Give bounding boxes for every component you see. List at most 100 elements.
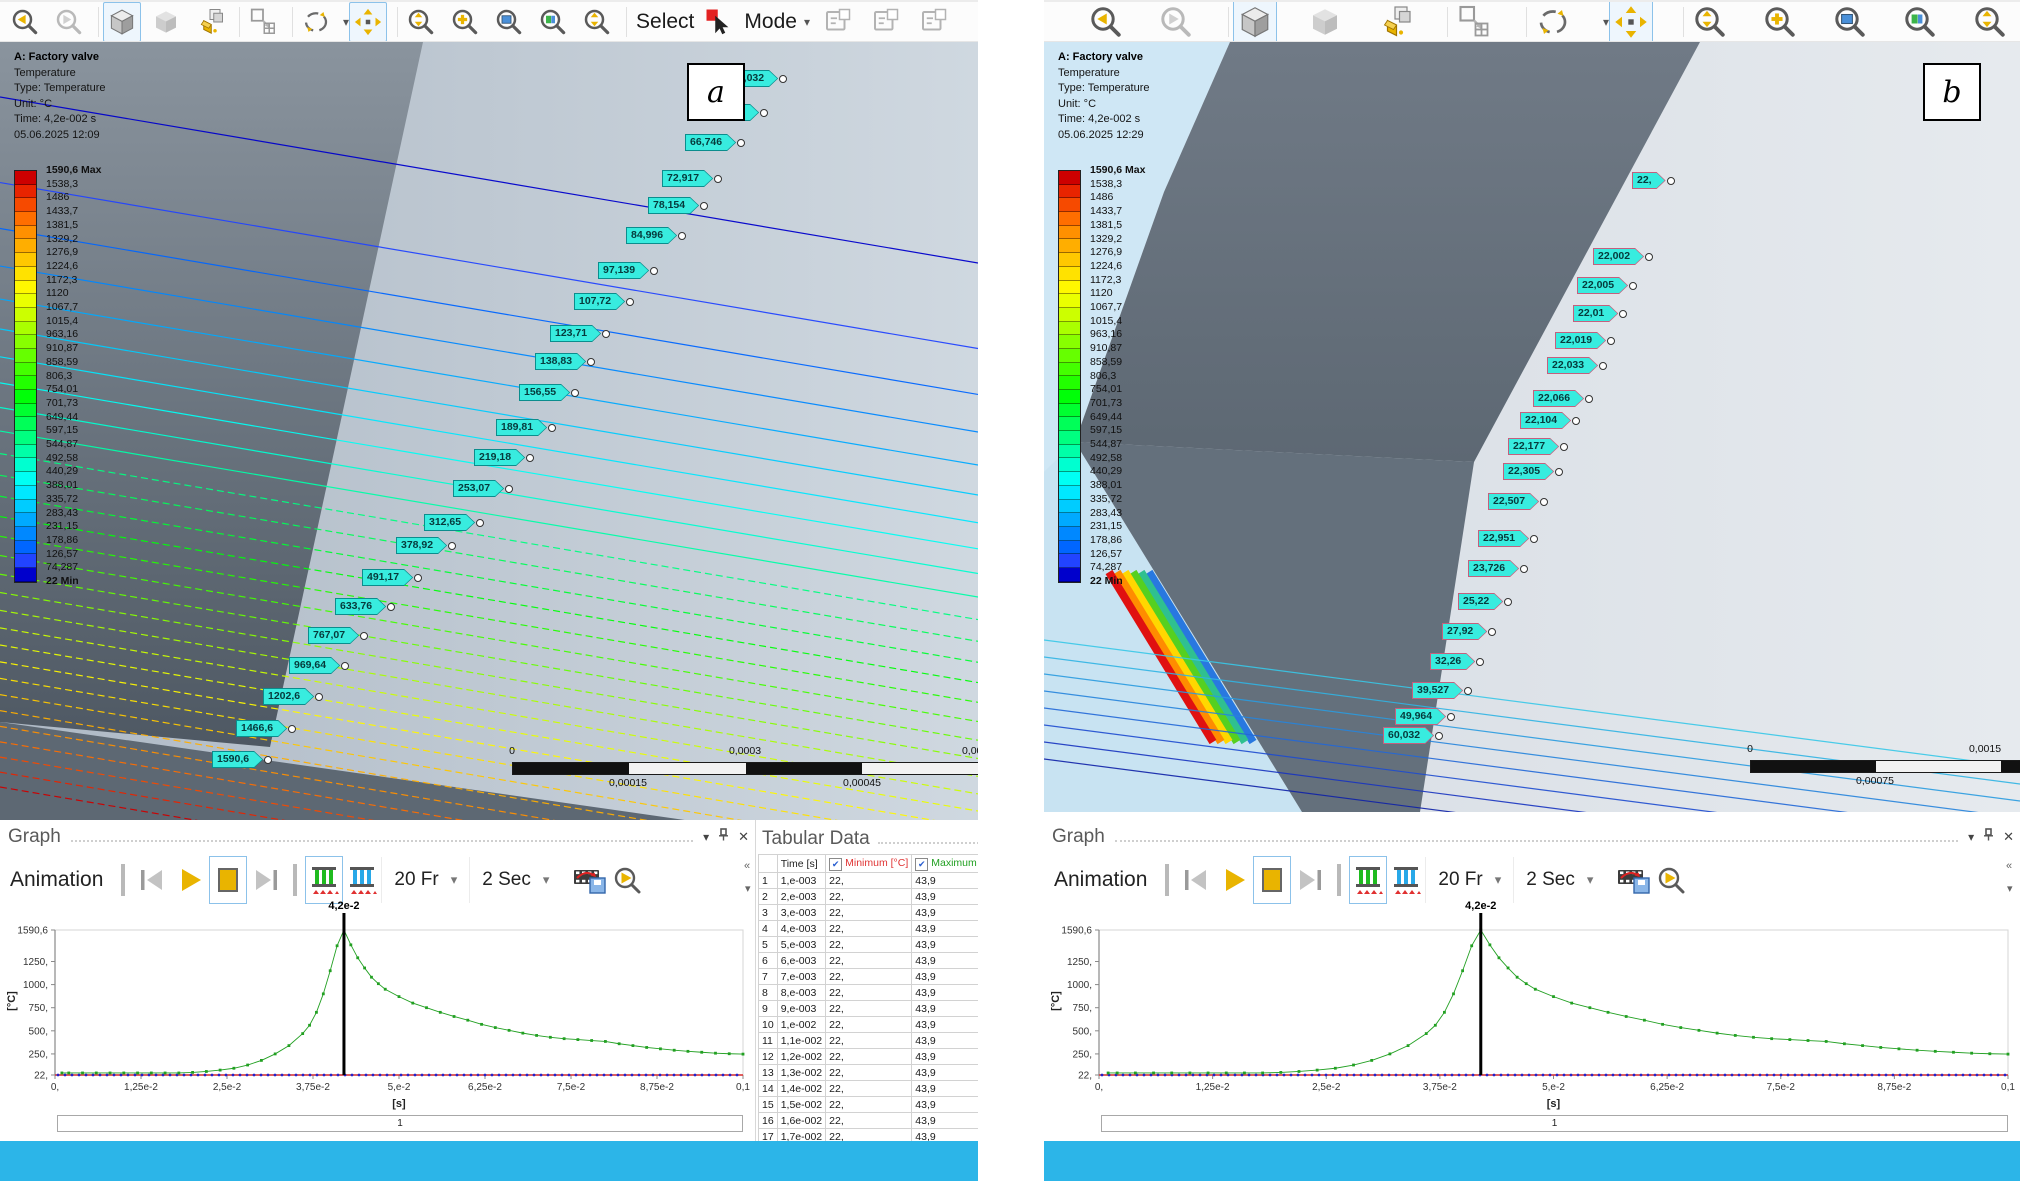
temperature-probe[interactable]: 378,92 xyxy=(396,537,456,554)
zoom-in-icon[interactable] xyxy=(446,2,484,42)
zoom-fit-icon[interactable] xyxy=(490,2,528,42)
select-mode-volume-icon[interactable] xyxy=(912,2,954,42)
temperature-probe[interactable]: 22,002 xyxy=(1593,248,1653,265)
table-row[interactable]: 77,e-00322,43,9 xyxy=(759,969,979,985)
temperature-probe[interactable]: 969,64 xyxy=(289,657,349,674)
shaded-view-icon[interactable] xyxy=(147,2,185,42)
multi-viewport-icon[interactable] xyxy=(1373,0,1417,42)
zoom-previous-icon[interactable] xyxy=(6,2,44,42)
temperature-probe[interactable]: 1590,6 xyxy=(212,751,272,768)
temperature-probe[interactable]: 78,154 xyxy=(648,197,708,214)
panel-menu-caret-icon[interactable]: ▾ xyxy=(1968,830,1974,844)
table-row[interactable]: 101,e-00222,43,9 xyxy=(759,1017,979,1033)
isometric-view-icon[interactable] xyxy=(1233,0,1277,42)
zoom-selection-icon[interactable] xyxy=(534,2,572,42)
zoom-dynamic-icon[interactable] xyxy=(1968,0,2012,42)
table-row[interactable]: 55,e-00322,43,9 xyxy=(759,937,979,953)
zoom-fit-icon[interactable] xyxy=(1828,0,1872,42)
zoom-previous-icon[interactable] xyxy=(1084,0,1128,42)
zoom-extents-icon[interactable] xyxy=(1688,0,1732,42)
select-mode-single-icon[interactable] xyxy=(816,2,858,42)
temperature-probe[interactable]: 22,01 xyxy=(1573,305,1627,322)
table-row[interactable]: 121,2e-00222,43,9 xyxy=(759,1049,979,1065)
table-row[interactable]: 131,3e-00222,43,9 xyxy=(759,1065,979,1081)
temperature-probe[interactable]: 25,22 xyxy=(1458,593,1512,610)
viewport-layout-icon[interactable] xyxy=(1452,0,1496,42)
temperature-probe[interactable]: 22,305 xyxy=(1503,463,1563,480)
select-label[interactable]: Select xyxy=(636,10,694,34)
temperature-probe[interactable]: 107,72 xyxy=(574,293,634,310)
zoom-in-icon[interactable] xyxy=(1758,0,1802,42)
temperature-probe[interactable]: 66,746 xyxy=(685,134,745,151)
temperature-probe[interactable]: 767,07 xyxy=(308,627,368,644)
temperature-probe[interactable]: 22, xyxy=(1632,172,1675,189)
temperature-probe[interactable]: 22,104 xyxy=(1520,412,1580,429)
select-mode-box-icon[interactable] xyxy=(864,2,906,42)
temperature-probe[interactable]: 189,81 xyxy=(496,419,556,436)
temperature-probe[interactable]: 27,92 xyxy=(1442,623,1496,640)
splitter-caret-icon[interactable]: ▾ xyxy=(2007,882,2013,895)
temperature-probe[interactable]: 84,996 xyxy=(626,227,686,244)
temperature-probe[interactable]: 22,066 xyxy=(1533,390,1593,407)
temperature-probe[interactable]: 312,65 xyxy=(424,514,484,531)
table-row[interactable]: 141,4e-00222,43,9 xyxy=(759,1081,979,1097)
panel-close-icon[interactable]: ✕ xyxy=(2003,829,2014,845)
zoom-dynamic-icon[interactable] xyxy=(578,2,616,42)
zoom-next-icon[interactable] xyxy=(50,2,88,42)
temperature-probe[interactable]: 22,507 xyxy=(1488,493,1548,510)
isometric-view-icon[interactable] xyxy=(103,2,141,42)
multi-viewport-icon[interactable] xyxy=(191,2,229,42)
table-row[interactable]: 33,e-00322,43,9 xyxy=(759,905,979,921)
temperature-probe[interactable]: 22,951 xyxy=(1478,530,1538,547)
temperature-probe[interactable]: 23,726 xyxy=(1468,560,1528,577)
temperature-probe[interactable]: 219,18 xyxy=(474,449,534,466)
zoom-next-icon[interactable] xyxy=(1154,0,1198,42)
table-row[interactable]: 151,5e-00222,43,9 xyxy=(759,1097,979,1113)
table-row[interactable]: 88,e-00322,43,9 xyxy=(759,985,979,1001)
shaded-view-icon[interactable] xyxy=(1303,0,1347,42)
table-row[interactable]: 111,1e-00222,43,9 xyxy=(759,1033,979,1049)
zoom-extents-icon[interactable] xyxy=(402,2,440,42)
temperature-probe[interactable]: 32,26 xyxy=(1430,653,1484,670)
table-row[interactable]: 171,7e-00222,43,9 xyxy=(759,1129,979,1142)
temperature-probe[interactable]: 156,55 xyxy=(519,384,579,401)
temperature-probe[interactable]: 1466,6 xyxy=(236,720,296,737)
viewport-3d-b[interactable]: A: Factory valveTemperatureType: Tempera… xyxy=(1044,42,2020,812)
temperature-probe[interactable]: 49,964 xyxy=(1395,708,1455,725)
table-row[interactable]: 44,e-00322,43,9 xyxy=(759,921,979,937)
panel-menu-caret-icon[interactable]: ▾ xyxy=(703,830,709,844)
table-row[interactable]: 11,e-00322,43,9 xyxy=(759,873,979,889)
splitter-caret-icon[interactable]: ▾ xyxy=(745,882,751,895)
temperature-probe[interactable]: 22,177 xyxy=(1508,438,1568,455)
panel-pin-icon[interactable] xyxy=(1983,828,1994,846)
maximum-checkbox[interactable]: ✔ xyxy=(915,858,928,871)
temperature-probe[interactable]: 123,71 xyxy=(550,325,610,342)
table-row[interactable]: 99,e-00322,43,9 xyxy=(759,1001,979,1017)
timeline-slider[interactable]: 1 xyxy=(1101,1115,2008,1132)
temperature-probe[interactable]: 633,76 xyxy=(335,598,395,615)
splitter-collapse-icon[interactable]: « xyxy=(744,860,750,872)
temperature-probe[interactable]: 491,17 xyxy=(362,569,422,586)
pan-icon[interactable] xyxy=(349,2,387,42)
timeline-slider[interactable]: 1 xyxy=(57,1115,743,1132)
temperature-probe[interactable]: 138,83 xyxy=(535,353,595,370)
pan-icon[interactable] xyxy=(1609,0,1653,42)
viewport-3d-a[interactable]: A: Factory valveTemperatureType: Tempera… xyxy=(0,42,978,820)
select-cursor-icon[interactable] xyxy=(699,2,739,42)
viewport-layout-icon[interactable] xyxy=(244,2,282,42)
temperature-probe[interactable]: 60,032 xyxy=(1383,727,1443,744)
temperature-probe[interactable]: 97,139 xyxy=(598,262,658,279)
zoom-selection-icon[interactable] xyxy=(1898,0,1942,42)
temperature-probe[interactable]: 1202,6 xyxy=(263,688,323,705)
temperature-probe[interactable]: 22,005 xyxy=(1577,277,1637,294)
table-row[interactable]: 161,6e-00222,43,9 xyxy=(759,1113,979,1129)
temperature-probe[interactable]: 22,019 xyxy=(1555,332,1615,349)
temperature-probe[interactable]: 253,07 xyxy=(453,480,513,497)
mode-caret-icon[interactable]: ▾ xyxy=(804,15,810,29)
temperature-probe[interactable]: 39,527 xyxy=(1412,682,1472,699)
orbit-icon[interactable] xyxy=(1531,0,1575,42)
mode-label[interactable]: Mode xyxy=(744,10,797,34)
panel-close-icon[interactable]: ✕ xyxy=(738,829,749,845)
minimum-checkbox[interactable]: ✔ xyxy=(829,858,842,871)
table-row[interactable]: 66,e-00322,43,9 xyxy=(759,953,979,969)
